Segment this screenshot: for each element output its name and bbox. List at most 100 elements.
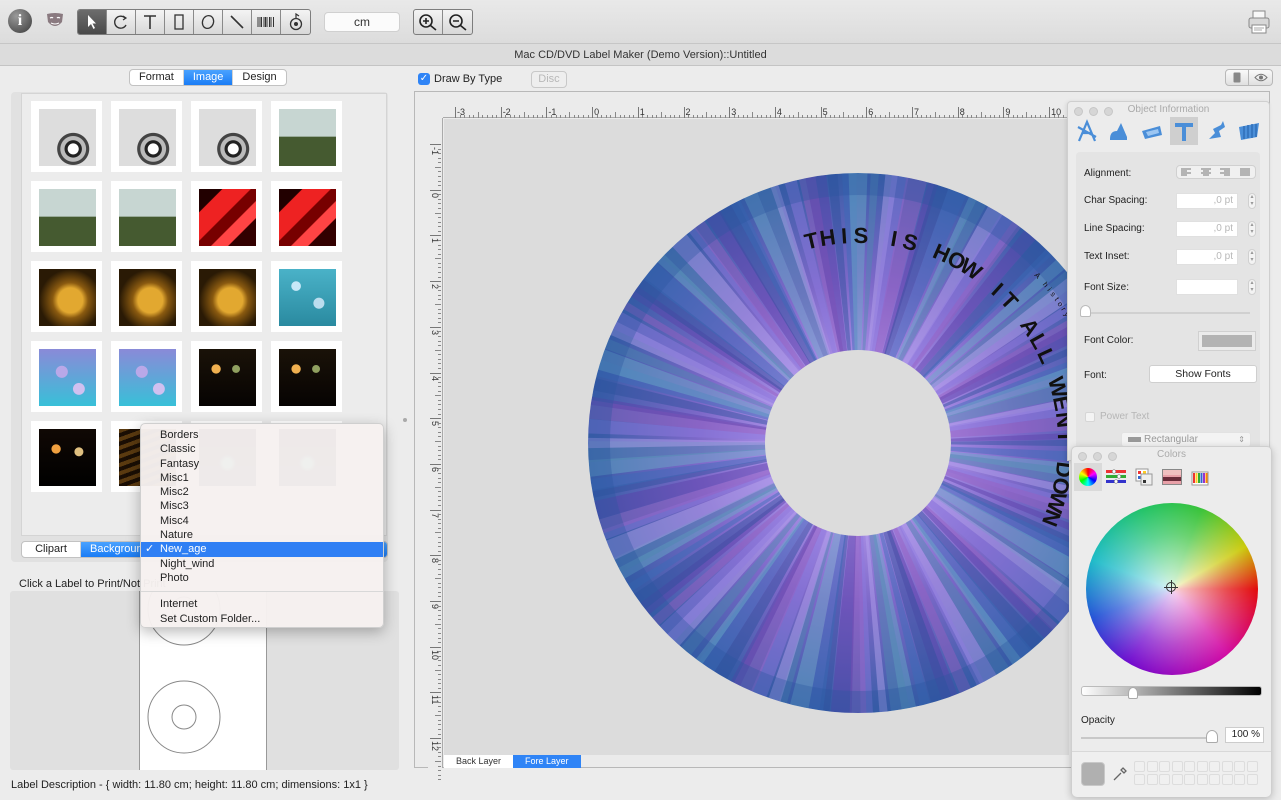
geometry-tool-icon[interactable] xyxy=(1073,117,1101,145)
menu-item-misc4[interactable]: Misc4 xyxy=(141,514,383,528)
opacity-field[interactable]: 100 % xyxy=(1225,727,1264,743)
saved-swatch-slot[interactable] xyxy=(1184,773,1195,785)
saved-swatch-slot[interactable] xyxy=(1146,773,1158,785)
font-size-stepper[interactable]: ▴ ▾ xyxy=(1248,279,1256,295)
saved-swatch-slot[interactable] xyxy=(1184,761,1195,772)
saved-swatch-slot[interactable] xyxy=(1221,761,1233,772)
text-shape-select[interactable]: Rectangular ⇕ xyxy=(1121,432,1251,447)
thumbnail-night-bokeh-1[interactable] xyxy=(191,341,262,412)
saved-swatch-slot[interactable] xyxy=(1134,773,1145,785)
color-palettes-mode[interactable] xyxy=(1130,463,1158,491)
saved-swatch-slot[interactable] xyxy=(1246,773,1258,785)
color-sliders-mode[interactable] xyxy=(1102,463,1130,491)
menu-item-photo[interactable]: Photo xyxy=(141,571,383,585)
tab-back-layer[interactable]: Back Layer xyxy=(444,755,514,768)
color-wheel-mode[interactable] xyxy=(1074,463,1102,491)
tab-fore-layer[interactable]: Fore Layer xyxy=(513,755,581,768)
menu-item-night-wind[interactable]: Night_wind xyxy=(141,557,383,571)
saved-swatch-slot[interactable] xyxy=(1196,773,1208,785)
menu-item-new-age[interactable]: ✓ New_age xyxy=(141,542,383,557)
text-tool-icon[interactable] xyxy=(1170,117,1199,145)
thumbnail-golden-statue-2[interactable] xyxy=(111,261,182,332)
thumbnail-red-shards-2[interactable] xyxy=(271,181,342,252)
line-spacing-field[interactable]: ,0 pt xyxy=(1176,221,1238,237)
thumbnail-green-field-2[interactable] xyxy=(31,181,102,252)
saved-swatch-slot[interactable] xyxy=(1234,773,1245,785)
brightness-slider-knob[interactable] xyxy=(1128,687,1138,699)
saved-swatch-slot[interactable] xyxy=(1196,761,1208,772)
color-picker-crosshair[interactable] xyxy=(1164,580,1178,594)
thumbnail-abstract-circles-3[interactable] xyxy=(191,101,262,172)
power-text-checkbox[interactable] xyxy=(1085,412,1095,422)
line-spacing-stepper[interactable]: ▴ ▾ xyxy=(1248,221,1256,237)
thumbnail-blue-bokeh-1[interactable] xyxy=(271,261,342,332)
frame-icon[interactable] xyxy=(1138,117,1166,145)
thumbnail-purple-bokeh-1[interactable] xyxy=(31,341,102,412)
opacity-slider-track[interactable] xyxy=(1081,737,1217,739)
thumbnail-green-field-1[interactable] xyxy=(271,101,342,172)
align-right-button[interactable] xyxy=(1216,166,1236,178)
saved-swatch-slot[interactable] xyxy=(1221,773,1233,785)
single-view-button[interactable] xyxy=(1225,69,1249,86)
show-fonts-button[interactable]: Show Fonts xyxy=(1149,365,1257,383)
unit-field[interactable]: cm xyxy=(324,12,400,32)
theater-mask-icon[interactable] xyxy=(45,12,65,30)
menu-item-fantasy[interactable]: Fantasy xyxy=(141,457,383,471)
ellipse-tool-button[interactable] xyxy=(194,10,223,34)
layers-icon[interactable] xyxy=(1235,117,1263,145)
design-canvas[interactable]: THIS IS HOW IT ALL WENT DOWN A history o… xyxy=(444,119,1069,755)
thumbnail-green-field-3[interactable] xyxy=(111,181,182,252)
align-justify-button[interactable] xyxy=(1236,166,1256,178)
line-tool-button[interactable] xyxy=(223,10,252,34)
menu-item-internet[interactable]: Internet xyxy=(141,597,383,611)
saved-swatch-slot[interactable] xyxy=(1159,773,1170,785)
rectangle-tool-button[interactable] xyxy=(165,10,194,34)
disc-button[interactable]: Disc xyxy=(531,71,567,88)
menu-item-nature[interactable]: Nature xyxy=(141,528,383,542)
thumbnail-abstract-circles-1[interactable] xyxy=(31,101,102,172)
menu-item-classic[interactable]: Classic xyxy=(141,442,383,456)
thumbnail-night-bokeh-2[interactable] xyxy=(271,341,342,412)
brightness-slider-track[interactable] xyxy=(1081,686,1262,696)
thumbnail-golden-statue-3[interactable] xyxy=(191,261,262,332)
saved-swatch-slot[interactable] xyxy=(1171,761,1183,772)
draw-by-type-checkbox[interactable]: ✓ xyxy=(418,73,430,85)
menu-item-misc3[interactable]: Misc3 xyxy=(141,499,383,513)
crayons-mode[interactable] xyxy=(1186,463,1214,491)
menu-item-set-custom-folder[interactable]: Set Custom Folder... xyxy=(141,612,383,626)
menu-item-misc2[interactable]: Misc2 xyxy=(141,485,383,499)
eyedropper-icon[interactable] xyxy=(1112,766,1128,782)
align-center-button[interactable] xyxy=(1197,166,1217,178)
saved-swatch-slot[interactable] xyxy=(1134,761,1145,772)
effects-icon[interactable] xyxy=(1203,117,1231,145)
text-tool-button[interactable] xyxy=(136,10,165,34)
shapes-icon[interactable] xyxy=(1105,117,1133,145)
rotate-tool-button[interactable] xyxy=(107,10,136,34)
saved-swatch-slot[interactable] xyxy=(1246,761,1258,772)
menu-item-borders[interactable]: Borders xyxy=(141,428,383,442)
saved-swatch-slot[interactable] xyxy=(1171,773,1183,785)
tab-design[interactable]: Design xyxy=(233,70,285,85)
saved-swatch-slot[interactable] xyxy=(1209,761,1220,772)
saved-swatch-slot[interactable] xyxy=(1159,761,1170,772)
font-size-slider-track[interactable] xyxy=(1086,312,1250,314)
text-inset-stepper[interactable]: ▴ ▾ xyxy=(1248,249,1256,265)
align-left-button[interactable] xyxy=(1177,166,1197,178)
select-tool-button[interactable] xyxy=(78,10,107,34)
barcode-tool-button[interactable] xyxy=(252,10,281,34)
font-color-well[interactable] xyxy=(1198,331,1256,351)
opacity-slider-knob[interactable] xyxy=(1206,730,1218,743)
printer-icon[interactable] xyxy=(1247,8,1271,36)
thumbnail-abstract-circles-2[interactable] xyxy=(111,101,182,172)
tab-clipart[interactable]: Clipart xyxy=(22,542,81,557)
saved-swatch-slot[interactable] xyxy=(1146,761,1158,772)
thumbnail-purple-bokeh-2[interactable] xyxy=(111,341,182,412)
char-spacing-field[interactable]: ,0 pt xyxy=(1176,193,1238,209)
menu-item-misc1[interactable]: Misc1 xyxy=(141,471,383,485)
text-inset-field[interactable]: ,0 pt xyxy=(1176,249,1238,265)
current-color-swatch[interactable] xyxy=(1081,762,1105,786)
zoom-out-button[interactable] xyxy=(443,10,472,34)
font-size-slider-knob[interactable] xyxy=(1080,305,1091,317)
font-size-field[interactable] xyxy=(1176,279,1238,295)
saved-swatch-slot[interactable] xyxy=(1209,773,1220,785)
